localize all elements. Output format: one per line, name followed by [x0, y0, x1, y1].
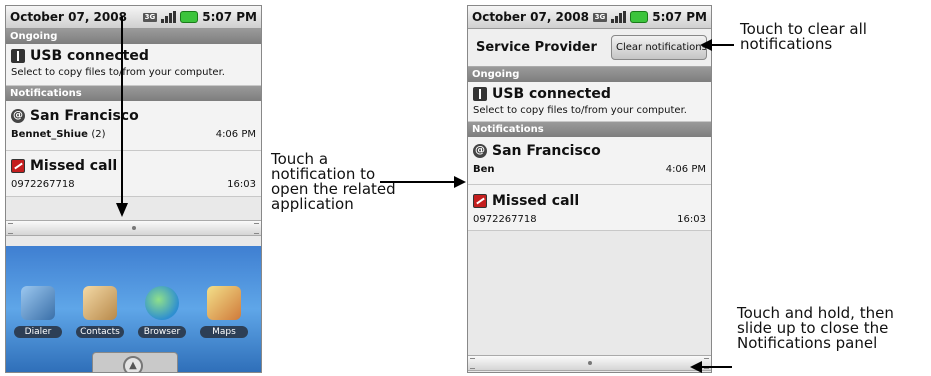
arrow-left-head [700, 39, 712, 51]
app-label: Dialer [14, 326, 62, 338]
ongoing-header: Ongoing [468, 67, 711, 82]
3g-icon: 3G [592, 12, 608, 22]
missed-title: Missed call [30, 158, 118, 174]
callout-touch-notification: Touch a notification to open the related… [271, 150, 396, 213]
sf-sender: Ben [473, 164, 495, 175]
chevron-up-icon: ▲ [123, 356, 143, 372]
status-time: 5:07 PM [202, 10, 257, 24]
usb-notification[interactable]: USB connected Select to copy files to/fr… [468, 82, 711, 122]
missed-title: Missed call [492, 193, 580, 209]
arrow-to-clear-button [712, 44, 734, 46]
sf-time: 4:06 PM [665, 164, 706, 175]
provider-name: Service Provider [476, 40, 597, 55]
notifications-header: Notifications [468, 122, 711, 137]
signal-icon [611, 11, 627, 23]
globe-icon [145, 286, 179, 320]
ongoing-header: Ongoing [6, 29, 261, 44]
map-pin-icon [207, 286, 241, 320]
missed-call-notification[interactable]: Missed call 0972267718 16:03 [6, 151, 261, 197]
sf-count: (2) [91, 129, 106, 140]
usb-notification[interactable]: USB connected Select to copy files to/fr… [6, 44, 261, 86]
panel-drag-handle[interactable] [468, 355, 711, 371]
missed-call-icon [473, 194, 487, 208]
right-phone-screen: October 07, 2008 3G 5:07 PM Service Prov… [467, 5, 712, 373]
app-label: Maps [200, 326, 248, 338]
callout-clear-all: Touch to clear all notifications [740, 20, 867, 53]
handle-dot-icon [587, 361, 592, 365]
clear-notifications-button[interactable]: Clear notifications [611, 35, 707, 60]
app-label: Browser [138, 326, 186, 338]
signal-icon [161, 11, 177, 23]
missed-number: 0972267718 [473, 214, 537, 225]
sf-sender: Bennet_Shiue [11, 129, 88, 140]
slide-down-arrow [121, 16, 123, 206]
usb-icon [473, 87, 487, 101]
sf-title: San Francisco [492, 143, 601, 159]
app-dialer[interactable]: Dialer [14, 286, 62, 338]
handle-dot-icon [131, 226, 136, 230]
status-time: 5:07 PM [652, 10, 707, 24]
3g-icon: 3G [142, 12, 158, 22]
callout-close-panel: Touch and hold, then slide up to close t… [737, 304, 894, 352]
usb-title: USB connected [30, 48, 149, 64]
contacts-icon [83, 286, 117, 320]
email-at-icon: @ [473, 144, 487, 158]
status-date: October 07, 2008 [10, 10, 127, 24]
usb-icon [11, 49, 25, 63]
arrow-right-head [454, 176, 466, 188]
app-contacts[interactable]: Contacts [76, 286, 124, 338]
missed-time: 16:03 [677, 214, 706, 225]
app-drawer-tab[interactable]: ▲ [92, 352, 178, 372]
missed-call-notification[interactable]: Missed call 0972267718 16:03 [468, 185, 711, 231]
app-maps[interactable]: Maps [200, 286, 248, 338]
provider-header: Service Provider Clear notifications [468, 29, 711, 67]
left-phone-screen: October 07, 2008 3G 5:07 PM Ongoing USB … [5, 5, 262, 373]
arrow-to-handle [702, 366, 732, 368]
grip-icon [470, 358, 475, 369]
arrow-down-head [116, 203, 128, 217]
battery-icon [180, 11, 199, 23]
grip-icon [254, 223, 259, 234]
missed-number: 0972267718 [11, 179, 75, 190]
sf-notification[interactable]: @ San Francisco Ben 4:06 PM [468, 137, 711, 185]
sf-notification[interactable]: @ San Francisco Bennet_Shiue (2) 4:06 PM [6, 101, 261, 151]
usb-title: USB connected [492, 86, 611, 102]
dialer-icon [21, 286, 55, 320]
panel-drag-handle[interactable] [6, 220, 261, 236]
app-browser[interactable]: Browser [138, 286, 186, 338]
status-date: October 07, 2008 [472, 10, 589, 24]
missed-time: 16:03 [227, 179, 256, 190]
usb-subtitle: Select to copy files to/from your comput… [473, 105, 687, 116]
arrow-left-head [690, 361, 702, 373]
missed-call-icon [11, 159, 25, 173]
app-label: Contacts [76, 326, 124, 338]
home-screen: Dialer Contacts Browser Maps ▲ [6, 246, 261, 372]
status-bar[interactable]: October 07, 2008 3G 5:07 PM [6, 6, 261, 29]
grip-icon [8, 223, 13, 234]
arrow-to-notification [380, 181, 456, 183]
battery-icon [630, 11, 649, 23]
status-bar[interactable]: October 07, 2008 3G 5:07 PM [468, 6, 711, 29]
sf-time: 4:06 PM [215, 129, 256, 140]
email-at-icon: @ [11, 109, 25, 123]
usb-subtitle: Select to copy files to/from your comput… [11, 67, 225, 78]
notifications-header: Notifications [6, 86, 261, 101]
